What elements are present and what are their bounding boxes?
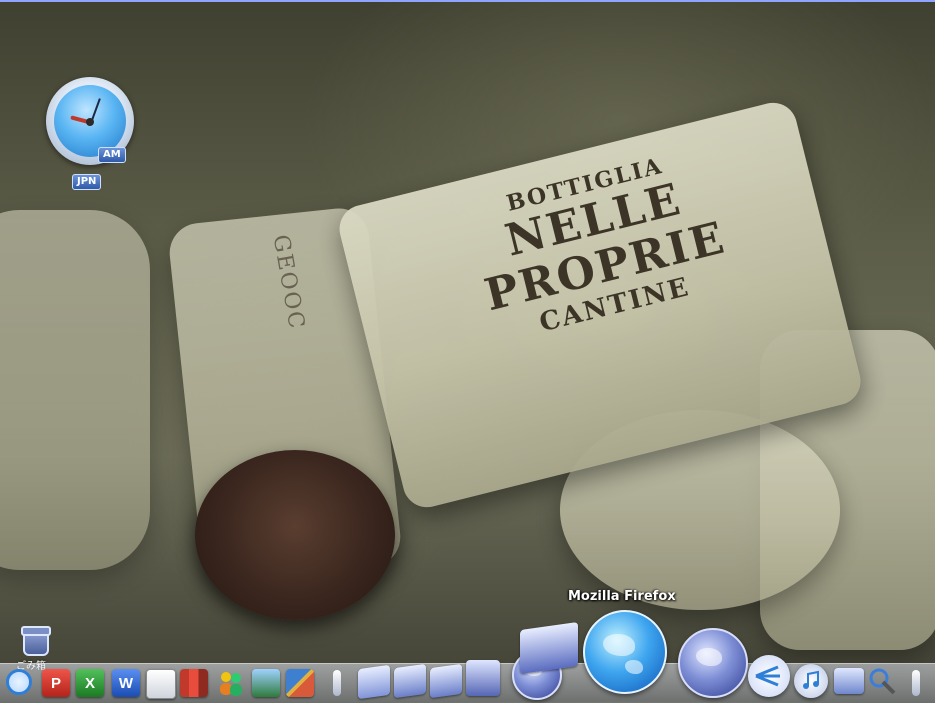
dock-display-icon[interactable] <box>834 668 864 694</box>
dock-books-icon[interactable] <box>180 669 208 697</box>
dock-tools-icon[interactable] <box>866 666 898 696</box>
dock-screens-icon[interactable] <box>520 621 578 675</box>
users-glyph-icon <box>220 672 242 696</box>
dock-mail-icon[interactable] <box>358 664 390 700</box>
dock-paint-icon[interactable] <box>286 669 314 697</box>
dock-drive-icon[interactable] <box>466 660 500 696</box>
dock-network-icon[interactable] <box>748 655 790 697</box>
clock-timezone-badge[interactable]: JPN <box>72 174 102 190</box>
dock-document-icon[interactable] <box>146 669 176 699</box>
dock-globe2-icon[interactable] <box>678 628 748 698</box>
dock-monitor-icon[interactable] <box>394 663 426 699</box>
dock-monitor2-icon[interactable] <box>430 663 462 699</box>
network-arrow-icon <box>755 665 780 687</box>
trash-icon[interactable] <box>19 624 51 658</box>
finder-ring-icon <box>6 669 32 695</box>
tools-wrench-icon <box>869 668 896 695</box>
dock-excel-icon[interactable]: X <box>76 669 104 697</box>
dock-finder-icon[interactable] <box>4 666 34 698</box>
dock-word-icon[interactable]: W <box>112 669 140 697</box>
wallpaper-cork-left <box>0 210 150 570</box>
wallpaper-cork-end <box>195 450 395 620</box>
clock-center <box>86 118 94 126</box>
dock-users-icon[interactable] <box>216 668 246 698</box>
dock-end-grip[interactable] <box>912 670 920 696</box>
globe-land <box>625 660 643 674</box>
clock-period-badge: AM <box>98 147 126 163</box>
globe-land <box>696 648 722 666</box>
dock-firefox-icon[interactable] <box>583 610 667 694</box>
dock-powerpoint-icon[interactable]: P <box>42 669 70 697</box>
trash-can-lid <box>21 626 51 636</box>
music-note-icon <box>803 670 819 689</box>
globe-land <box>603 634 635 656</box>
dock-music-icon[interactable] <box>794 664 828 698</box>
dock-tooltip: Mozilla Firefox <box>568 589 676 604</box>
dock-separator[interactable] <box>333 670 341 696</box>
desktop-wallpaper: BOTTIGLIA NELLE PROPRIE CANTINE GEOOC <box>0 0 935 702</box>
dock-photo-icon[interactable] <box>252 669 280 697</box>
